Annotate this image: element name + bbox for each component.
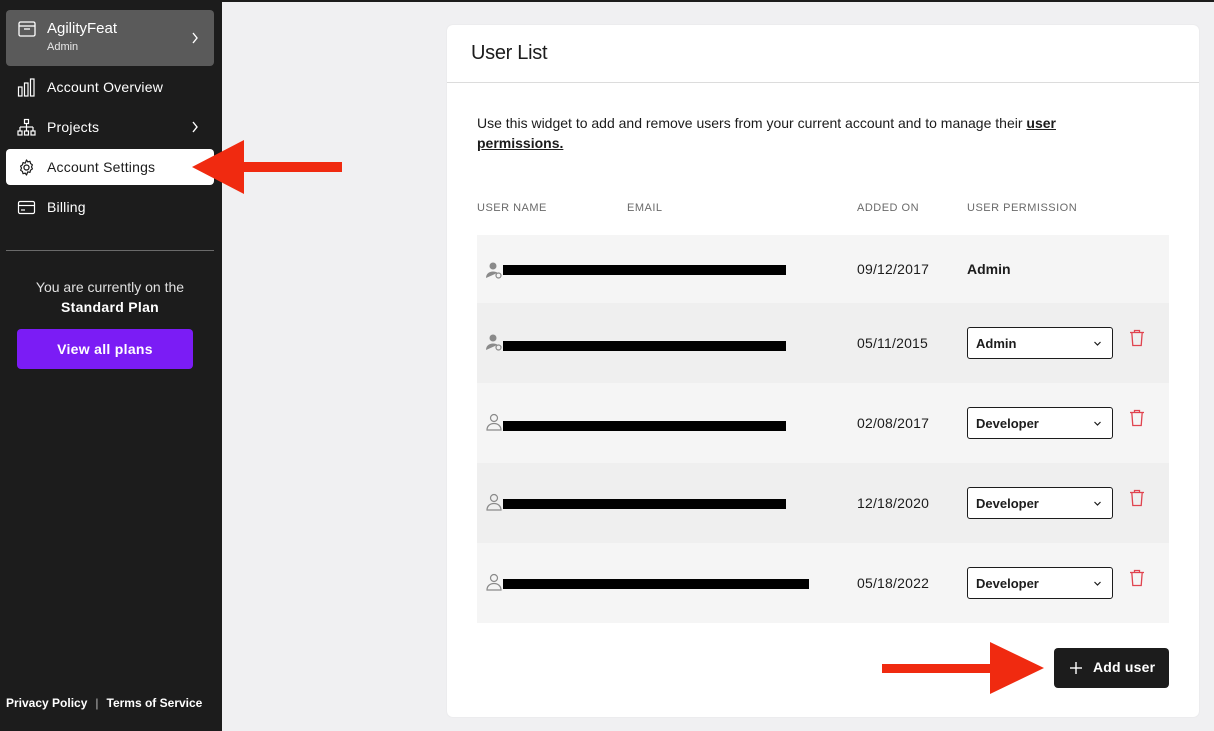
top-border — [222, 0, 1214, 2]
permission-value: Developer — [976, 576, 1039, 591]
column-header-user-name: USER NAME — [477, 202, 547, 214]
table-row: 09/12/2017 Admin — [477, 235, 1169, 303]
permission-value: Admin — [976, 336, 1017, 351]
plan-info: You are currently on the Standard Plan — [0, 277, 220, 317]
chevron-down-icon — [1094, 501, 1101, 506]
admin-user-icon — [486, 262, 502, 279]
permission-select[interactable]: Developer — [967, 567, 1113, 599]
sidebar-item-label: Projects — [47, 119, 100, 135]
plan-line: You are currently on the — [35, 279, 185, 295]
permission-value: Developer — [976, 416, 1039, 431]
trash-icon[interactable] — [1129, 409, 1145, 427]
sidebar-divider — [6, 250, 214, 251]
trash-icon[interactable] — [1129, 329, 1145, 347]
added-on-date: 05/11/2015 — [857, 335, 929, 351]
redaction-bar — [503, 421, 786, 431]
table-row: 05/11/2015 Admin — [477, 303, 1169, 383]
sidebar-item-projects[interactable]: Projects — [6, 109, 214, 145]
card-description: Use this widget to add and remove users … — [477, 113, 1117, 153]
trash-icon[interactable] — [1129, 569, 1145, 587]
redaction-bar — [503, 579, 809, 589]
table-row: 05/18/2022 Developer — [477, 543, 1169, 623]
user-icon — [486, 493, 502, 511]
description-text: Use this widget to add and remove users … — [477, 115, 1027, 131]
sidebar-item-billing[interactable]: Billing — [6, 189, 214, 225]
added-on-date: 05/18/2022 — [857, 575, 930, 591]
org-name: AgilityFeat — [47, 20, 118, 37]
permission-value: Developer — [976, 496, 1039, 511]
redaction-bar — [503, 265, 786, 275]
trash-icon[interactable] — [1129, 489, 1145, 507]
hierarchy-icon — [17, 118, 36, 136]
user-icon — [486, 573, 502, 591]
plus-icon — [1070, 662, 1082, 674]
admin-user-icon — [486, 334, 502, 351]
gear-icon — [19, 159, 34, 176]
folder-icon — [18, 21, 36, 37]
added-on-date: 09/12/2017 — [857, 261, 930, 277]
chevron-down-icon — [1094, 341, 1101, 346]
sidebar-item-account-settings[interactable]: Account Settings — [6, 149, 214, 185]
column-header-user-permission: USER PERMISSION — [967, 202, 1078, 214]
user-icon — [486, 413, 502, 431]
permission-select[interactable]: Admin — [967, 327, 1113, 359]
table-row: 12/18/2020 Developer — [477, 463, 1169, 543]
column-header-added-on: ADDED ON — [857, 202, 920, 214]
chevron-down-icon — [1094, 421, 1101, 426]
sidebar-item-label: Account Settings — [47, 159, 156, 175]
plan-name: Standard Plan — [60, 299, 160, 315]
chevron-right-icon — [192, 32, 198, 44]
add-user-button[interactable]: Add user — [1054, 648, 1169, 688]
terms-of-service-link[interactable]: Terms of Service — [107, 696, 203, 710]
added-on-date: 02/08/2017 — [857, 415, 930, 431]
sidebar-item-label: Account Overview — [47, 79, 164, 95]
column-header-email: EMAIL — [627, 202, 663, 214]
permission-select[interactable]: Developer — [967, 407, 1113, 439]
chevron-down-icon — [1094, 581, 1101, 586]
chevron-right-icon — [192, 121, 198, 133]
privacy-policy-link[interactable]: Privacy Policy — [6, 696, 87, 710]
added-on-date: 12/18/2020 — [857, 495, 930, 511]
view-all-plans-button[interactable]: View all plans — [17, 329, 193, 369]
user-list-card: User List Use this widget to add and rem… — [447, 25, 1199, 717]
sidebar-item-account-overview[interactable]: Account Overview — [6, 69, 214, 105]
redaction-bar — [503, 341, 786, 351]
page-title: User List — [471, 42, 548, 64]
annotation-arrow-right-icon — [882, 642, 1044, 694]
sidebar-item-label: Billing — [47, 199, 86, 215]
footer-separator: | — [95, 696, 99, 710]
permission-select[interactable]: Developer — [967, 487, 1113, 519]
credit-card-icon — [17, 200, 36, 215]
org-switcher[interactable]: AgilityFeat Admin — [6, 10, 214, 66]
card-divider — [447, 82, 1199, 83]
sidebar-footer: Privacy Policy | Terms of Service — [6, 696, 202, 710]
org-role: Admin — [47, 41, 79, 53]
annotation-arrow-left-icon — [192, 140, 342, 194]
redaction-bar — [503, 499, 786, 509]
add-user-label: Add user — [1093, 659, 1156, 675]
table-row: 02/08/2017 Developer — [477, 383, 1169, 463]
user-permission-label: Admin — [967, 261, 1011, 277]
bar-chart-icon — [17, 78, 35, 97]
sidebar: AgilityFeat Admin Account Overview Proje… — [0, 0, 222, 731]
